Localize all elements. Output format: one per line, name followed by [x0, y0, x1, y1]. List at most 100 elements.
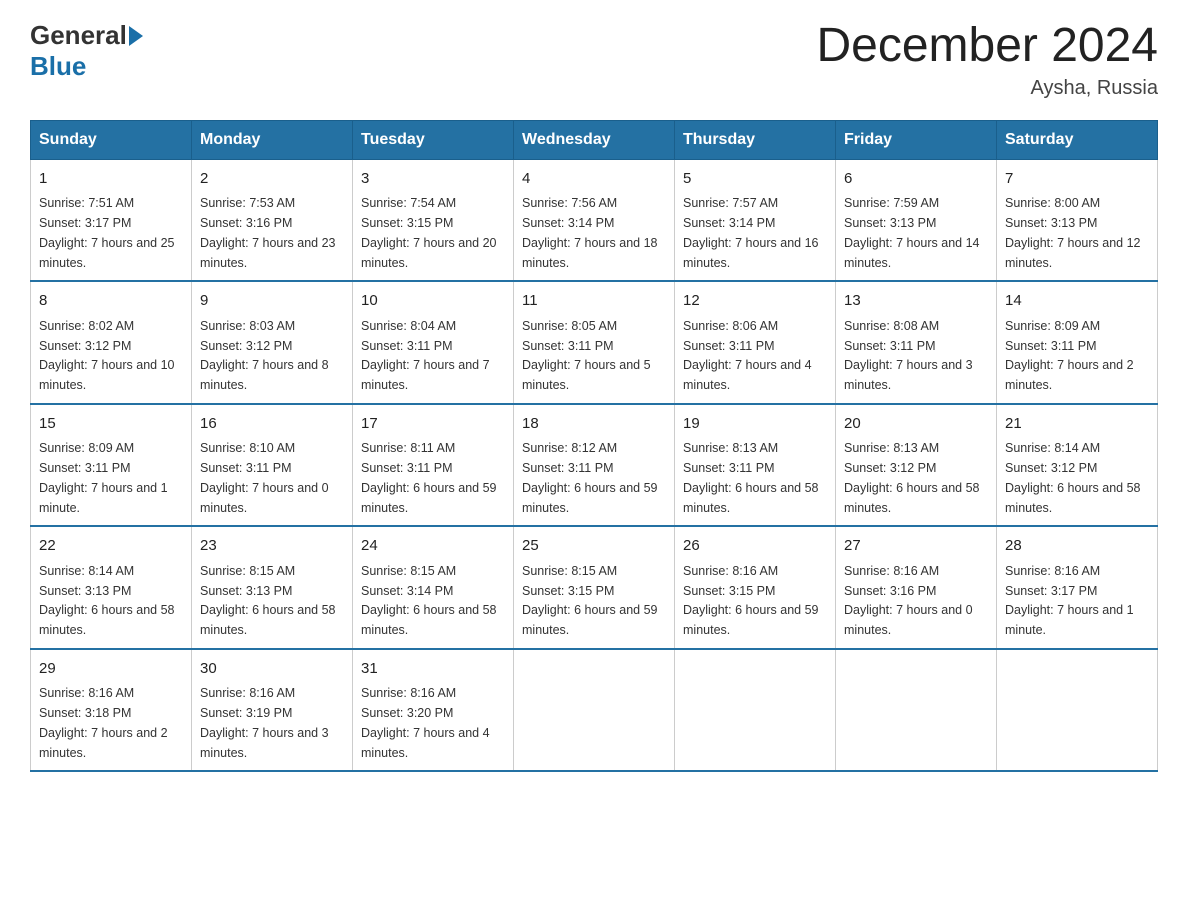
calendar-cell: 10 Sunrise: 8:04 AMSunset: 3:11 PMDayligh… [353, 281, 514, 404]
calendar-cell: 9 Sunrise: 8:03 AMSunset: 3:12 PMDaylight… [192, 281, 353, 404]
calendar-cell: 14 Sunrise: 8:09 AMSunset: 3:11 PMDayligh… [997, 281, 1158, 404]
calendar-cell [836, 649, 997, 772]
location-label: Aysha, Russia [816, 77, 1158, 100]
day-info: Sunrise: 8:15 AMSunset: 3:15 PMDaylight:… [522, 564, 658, 637]
day-info: Sunrise: 8:14 AMSunset: 3:12 PMDaylight:… [1005, 441, 1141, 514]
calendar-cell: 22 Sunrise: 8:14 AMSunset: 3:13 PMDayligh… [31, 526, 192, 649]
day-number: 18 [522, 413, 666, 436]
day-info: Sunrise: 8:10 AMSunset: 3:11 PMDaylight:… [200, 441, 329, 514]
calendar-cell: 24Sunrise: 8:15 AMSunset: 3:14 PMDayligh… [353, 526, 514, 649]
day-number: 17 [361, 413, 505, 436]
calendar-week-row: 15 Sunrise: 8:09 AMSunset: 3:11 PMDayligh… [31, 404, 1158, 527]
day-number: 19 [683, 413, 827, 436]
calendar-cell: 6Sunrise: 7:59 AMSunset: 3:13 PMDaylight… [836, 159, 997, 281]
header-cell-tuesday: Tuesday [353, 120, 514, 159]
day-number: 25 [522, 535, 666, 558]
calendar-cell: 4 Sunrise: 7:56 AMSunset: 3:14 PMDaylight… [514, 159, 675, 281]
calendar-cell: 11 Sunrise: 8:05 AMSunset: 3:11 PMDayligh… [514, 281, 675, 404]
logo: General Blue [30, 20, 143, 82]
day-number: 11 [522, 290, 666, 313]
day-number: 8 [39, 290, 183, 313]
calendar-cell: 29 Sunrise: 8:16 AMSunset: 3:18 PMDayligh… [31, 649, 192, 772]
day-info: Sunrise: 8:16 AMSunset: 3:15 PMDaylight:… [683, 564, 819, 637]
month-title: December 2024 [816, 20, 1158, 73]
day-number: 9 [200, 290, 344, 313]
header-cell-sunday: Sunday [31, 120, 192, 159]
calendar-cell: 12 Sunrise: 8:06 AMSunset: 3:11 PMDayligh… [675, 281, 836, 404]
day-info: Sunrise: 8:14 AMSunset: 3:13 PMDaylight:… [39, 564, 175, 637]
day-info: Sunrise: 7:56 AMSunset: 3:14 PMDaylight:… [522, 196, 658, 269]
day-number: 14 [1005, 290, 1149, 313]
day-number: 30 [200, 658, 344, 681]
calendar-cell: 17 Sunrise: 8:11 AMSunset: 3:11 PMDayligh… [353, 404, 514, 527]
day-number: 4 [522, 168, 666, 191]
day-number: 1 [39, 168, 183, 191]
day-info: Sunrise: 8:16 AMSunset: 3:20 PMDaylight:… [361, 686, 490, 759]
logo-blue-text: Blue [30, 51, 86, 82]
header-cell-saturday: Saturday [997, 120, 1158, 159]
day-number: 24 [361, 535, 505, 558]
day-number: 10 [361, 290, 505, 313]
calendar-cell: 1 Sunrise: 7:51 AMSunset: 3:17 PMDaylight… [31, 159, 192, 281]
calendar-cell: 5Sunrise: 7:57 AMSunset: 3:14 PMDaylight… [675, 159, 836, 281]
calendar-cell [997, 649, 1158, 772]
day-info: Sunrise: 8:16 AMSunset: 3:18 PMDaylight:… [39, 686, 168, 759]
day-info: Sunrise: 8:15 AMSunset: 3:13 PMDaylight:… [200, 564, 336, 637]
page-header: General Blue December 2024 Aysha, Russia [30, 20, 1158, 100]
calendar-cell: 27Sunrise: 8:16 AMSunset: 3:16 PMDayligh… [836, 526, 997, 649]
calendar-cell: 16Sunrise: 8:10 AMSunset: 3:11 PMDayligh… [192, 404, 353, 527]
calendar-cell: 21 Sunrise: 8:14 AMSunset: 3:12 PMDayligh… [997, 404, 1158, 527]
day-info: Sunrise: 8:13 AMSunset: 3:12 PMDaylight:… [844, 441, 980, 514]
day-info: Sunrise: 8:16 AMSunset: 3:17 PMDaylight:… [1005, 564, 1134, 637]
day-number: 20 [844, 413, 988, 436]
day-number: 29 [39, 658, 183, 681]
day-info: Sunrise: 7:57 AMSunset: 3:14 PMDaylight:… [683, 196, 819, 269]
day-info: Sunrise: 8:09 AMSunset: 3:11 PMDaylight:… [39, 441, 168, 514]
header-cell-friday: Friday [836, 120, 997, 159]
day-number: 22 [39, 535, 183, 558]
day-info: Sunrise: 8:11 AMSunset: 3:11 PMDaylight:… [361, 441, 497, 514]
calendar-cell: 23 Sunrise: 8:15 AMSunset: 3:13 PMDayligh… [192, 526, 353, 649]
calendar-table: SundayMondayTuesdayWednesdayThursdayFrid… [30, 120, 1158, 773]
header-cell-monday: Monday [192, 120, 353, 159]
calendar-cell [514, 649, 675, 772]
day-number: 7 [1005, 168, 1149, 191]
day-number: 12 [683, 290, 827, 313]
day-info: Sunrise: 7:53 AMSunset: 3:16 PMDaylight:… [200, 196, 336, 269]
calendar-cell: 30Sunrise: 8:16 AMSunset: 3:19 PMDayligh… [192, 649, 353, 772]
calendar-cell: 7Sunrise: 8:00 AMSunset: 3:13 PMDaylight… [997, 159, 1158, 281]
day-number: 23 [200, 535, 344, 558]
day-number: 26 [683, 535, 827, 558]
calendar-cell: 13 Sunrise: 8:08 AMSunset: 3:11 PMDayligh… [836, 281, 997, 404]
header-cell-wednesday: Wednesday [514, 120, 675, 159]
day-info: Sunrise: 8:03 AMSunset: 3:12 PMDaylight:… [200, 319, 329, 392]
calendar-cell: 31 Sunrise: 8:16 AMSunset: 3:20 PMDayligh… [353, 649, 514, 772]
calendar-cell: 18 Sunrise: 8:12 AMSunset: 3:11 PMDayligh… [514, 404, 675, 527]
day-number: 6 [844, 168, 988, 191]
day-info: Sunrise: 8:13 AMSunset: 3:11 PMDaylight:… [683, 441, 819, 514]
day-info: Sunrise: 8:08 AMSunset: 3:11 PMDaylight:… [844, 319, 973, 392]
calendar-cell: 20 Sunrise: 8:13 AMSunset: 3:12 PMDayligh… [836, 404, 997, 527]
calendar-week-row: 29 Sunrise: 8:16 AMSunset: 3:18 PMDayligh… [31, 649, 1158, 772]
day-number: 21 [1005, 413, 1149, 436]
day-info: Sunrise: 7:51 AMSunset: 3:17 PMDaylight:… [39, 196, 175, 269]
logo-general-text: General [30, 20, 127, 51]
calendar-cell: 26 Sunrise: 8:16 AMSunset: 3:15 PMDayligh… [675, 526, 836, 649]
calendar-week-row: 1 Sunrise: 7:51 AMSunset: 3:17 PMDaylight… [31, 159, 1158, 281]
day-info: Sunrise: 8:12 AMSunset: 3:11 PMDaylight:… [522, 441, 658, 514]
calendar-cell: 25 Sunrise: 8:15 AMSunset: 3:15 PMDayligh… [514, 526, 675, 649]
day-info: Sunrise: 8:04 AMSunset: 3:11 PMDaylight:… [361, 319, 490, 392]
calendar-header-row: SundayMondayTuesdayWednesdayThursdayFrid… [31, 120, 1158, 159]
day-number: 13 [844, 290, 988, 313]
day-info: Sunrise: 7:54 AMSunset: 3:15 PMDaylight:… [361, 196, 497, 269]
day-number: 15 [39, 413, 183, 436]
calendar-cell [675, 649, 836, 772]
calendar-week-row: 22 Sunrise: 8:14 AMSunset: 3:13 PMDayligh… [31, 526, 1158, 649]
day-number: 2 [200, 168, 344, 191]
day-info: Sunrise: 8:09 AMSunset: 3:11 PMDaylight:… [1005, 319, 1134, 392]
day-info: Sunrise: 8:05 AMSunset: 3:11 PMDaylight:… [522, 319, 651, 392]
day-number: 27 [844, 535, 988, 558]
day-number: 28 [1005, 535, 1149, 558]
day-info: Sunrise: 8:06 AMSunset: 3:11 PMDaylight:… [683, 319, 812, 392]
day-number: 31 [361, 658, 505, 681]
